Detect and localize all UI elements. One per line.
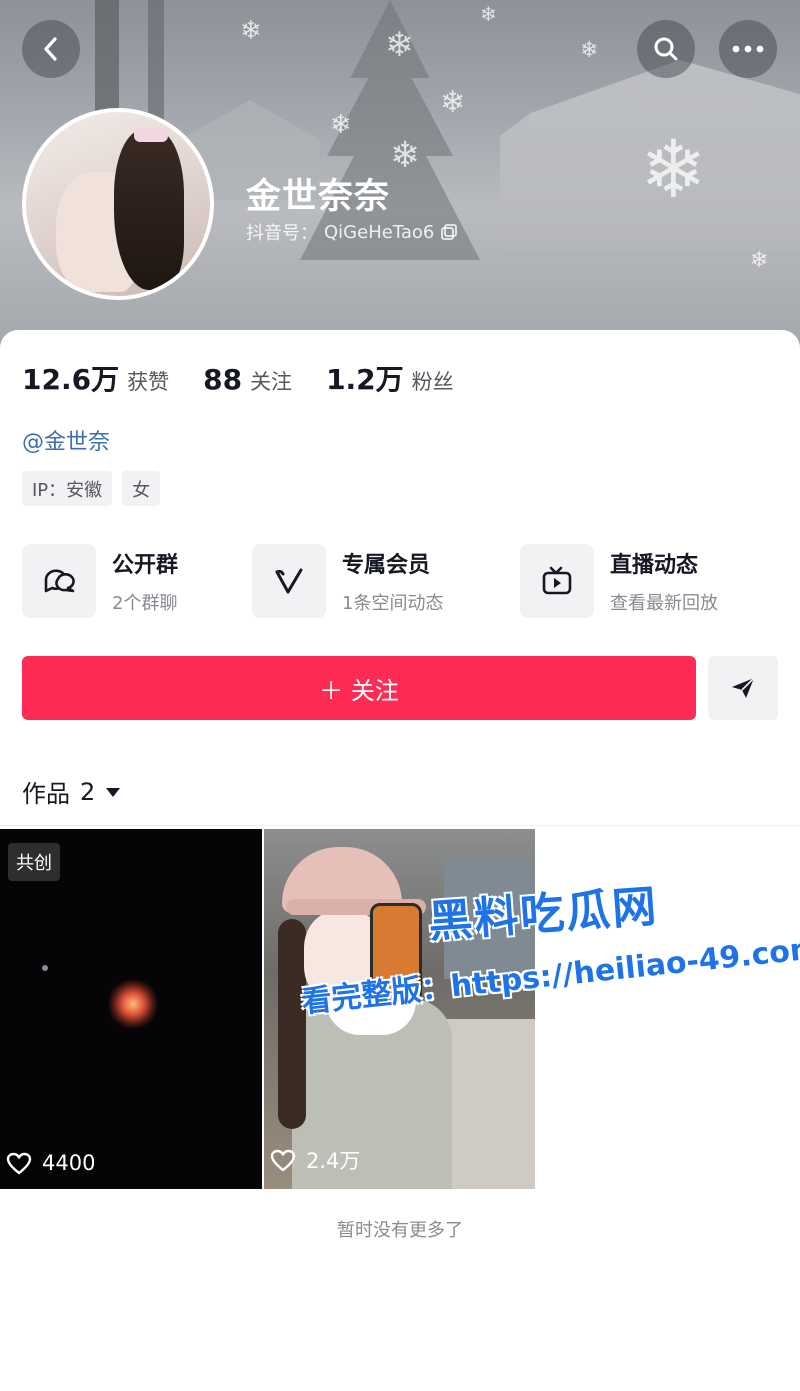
feature-icon-box: [520, 544, 594, 618]
chevron-left-icon: [44, 37, 57, 61]
send-icon: [732, 677, 755, 698]
video-likes: 4400: [6, 1151, 95, 1175]
gender-tag: 女: [122, 471, 161, 506]
video-likes-count: 2.4万: [306, 1149, 361, 1173]
stat-followers[interactable]: 1.2万 粉丝: [326, 358, 454, 398]
search-icon: [654, 37, 678, 61]
feature-title: 公开群: [112, 553, 179, 578]
stat-label: 关注: [250, 370, 293, 394]
snowflake-icon: ❄: [385, 25, 414, 65]
avatar-hair-bow: [134, 128, 168, 142]
chat-bubbles-icon: [44, 569, 75, 593]
background-window-frame: [95, 0, 119, 120]
feature-title: 直播动态: [610, 553, 699, 578]
feature-icon-box: [22, 544, 96, 618]
avatar[interactable]: [22, 108, 214, 300]
feature-icon-box: [252, 544, 326, 618]
stat-label: 粉丝: [411, 370, 454, 394]
search-button[interactable]: [637, 20, 695, 78]
feature-subtitle: 查看最新回放: [610, 593, 718, 614]
thumbnail-firework: [108, 979, 158, 1029]
douyin-id[interactable]: 抖音号： QiGeHeTao6: [246, 219, 458, 245]
snowflake-icon: ❄: [480, 2, 497, 26]
caret-down-icon: [106, 787, 121, 797]
snowflake-icon: ❄: [390, 135, 421, 176]
douyin-id-value: QiGeHeTao6: [324, 221, 435, 243]
background-window-frame-2: [148, 0, 164, 120]
feature-public-group[interactable]: 公开群 2个群聊: [22, 544, 178, 618]
works-tab[interactable]: 作品 2: [22, 774, 121, 809]
back-button[interactable]: [22, 20, 80, 78]
v-member-icon: [275, 568, 303, 594]
snowflake-icon: ❄: [440, 85, 466, 120]
stats-row: 12.6万 获赞 88 关注 1.2万 粉丝: [22, 358, 454, 398]
snowflake-icon: ❄: [240, 16, 262, 46]
snowflake-icon: ❄: [640, 123, 708, 216]
video-likes-count: 4400: [42, 1151, 96, 1175]
snowflake-icon: ❄: [330, 110, 352, 140]
co-creation-badge: 共创: [8, 843, 60, 881]
works-tab-label: 作品: [22, 780, 70, 808]
heart-icon: [270, 1149, 296, 1171]
more-button[interactable]: [719, 20, 777, 78]
feature-title: 专属会员: [342, 553, 431, 578]
thumbnail-light: [42, 965, 48, 971]
stat-number: 1.2万: [326, 363, 404, 396]
follow-button[interactable]: ＋ 关注: [22, 656, 696, 720]
copy-icon[interactable]: [440, 223, 458, 241]
stat-likes[interactable]: 12.6万 获赞: [22, 358, 169, 398]
profile-name: 金世奈奈: [246, 177, 391, 217]
follow-button-label: ＋ 关注: [319, 676, 399, 705]
more-dots-icon: [732, 45, 764, 53]
watermark-title: 黑料吃瓜网: [426, 881, 660, 948]
douyin-id-label: 抖音号：: [246, 223, 318, 244]
stat-number: 12.6万: [22, 363, 120, 396]
profile-header: ❄ ❄ ❄ ❄ ❄ ❄ ❄ ❄ ❄ 金世奈奈 抖音号： QiGeHeTao6: [0, 0, 800, 350]
profile-card: 12.6万 获赞 88 关注 1.2万 粉丝 @金世奈 IP：安徽 女 公开群: [0, 330, 800, 1391]
snowflake-icon: ❄: [750, 248, 769, 273]
stat-following[interactable]: 88 关注: [203, 363, 292, 396]
heart-icon: [6, 1152, 32, 1174]
video-tile[interactable]: 共创 4400: [0, 829, 262, 1189]
profile-tags: IP：安徽 女: [22, 471, 161, 506]
no-more-text: 暂时没有更多了: [337, 1220, 463, 1241]
feature-subtitle: 2个群聊: [112, 593, 178, 614]
feature-exclusive-member[interactable]: 专属会员 1条空间动态: [252, 544, 443, 618]
feature-live-updates[interactable]: 直播动态 查看最新回放: [520, 544, 718, 618]
feature-row: 公开群 2个群聊 专属会员 1条空间动态 直播动态 查看最新回放: [22, 544, 782, 618]
tv-play-icon: [542, 566, 572, 595]
stat-label: 获赞: [127, 370, 170, 394]
watermark: 黑料吃瓜网 看完整版：https://heiliao-49.com: [300, 878, 800, 1058]
stat-number: 88: [203, 363, 243, 396]
tab-divider: [0, 825, 800, 826]
feature-subtitle: 1条空间动态: [342, 593, 444, 614]
share-button[interactable]: [708, 656, 778, 720]
profile-handle-link[interactable]: @金世奈: [22, 424, 110, 456]
ip-location-tag: IP：安徽: [22, 471, 113, 506]
avatar-hair: [114, 130, 184, 290]
video-likes: 2.4万: [270, 1145, 360, 1175]
works-count: 2: [80, 777, 96, 806]
snowflake-icon: ❄: [580, 38, 599, 63]
